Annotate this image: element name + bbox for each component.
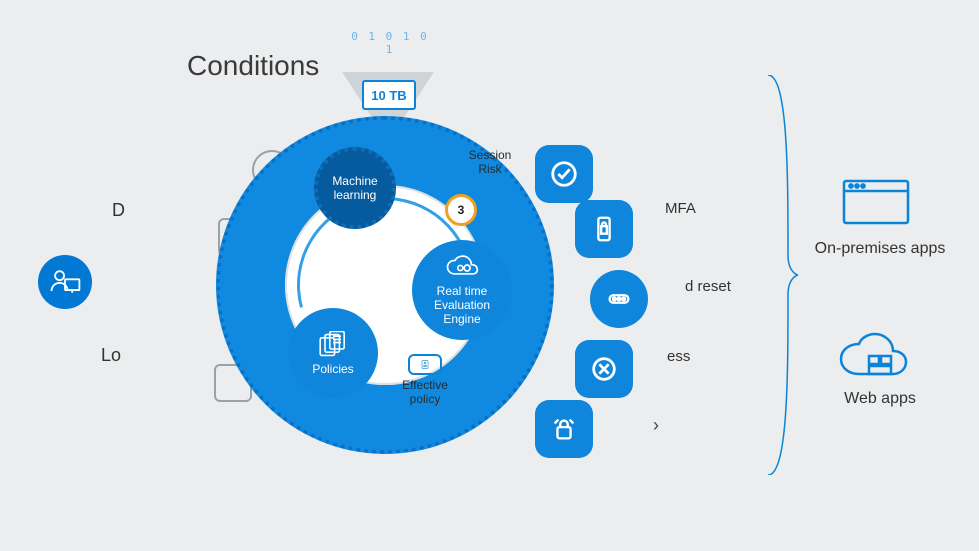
session-risk-label: Session Risk: [460, 148, 520, 176]
web-apps-label: Web apps: [820, 390, 940, 408]
allow-access-icon: [535, 145, 593, 203]
realtime-eval-node: Real time Evaluation Engine: [412, 240, 512, 340]
block-access-icon: [575, 340, 633, 398]
right-brace: [760, 75, 800, 475]
employee-partners-icon: [38, 255, 92, 309]
policies-label: Policies: [312, 362, 353, 376]
left-fragment-d: D: [112, 200, 125, 221]
conditions-heading: Conditions: [187, 50, 319, 82]
machine-learning-node: Machine learning: [314, 147, 396, 229]
on-premises-apps-icon: [840, 175, 912, 229]
effective-policy-node: Effective policy: [393, 348, 457, 412]
data-bits-stream: 0 1 0 1 0 1: [350, 30, 430, 56]
web-apps-icon: [837, 330, 909, 384]
force-pw-reset-icon: [590, 270, 648, 328]
action-reset-fragment: d reset: [685, 278, 731, 295]
realtime-eval-label: Real time Evaluation Engine: [418, 284, 506, 326]
action-ess-fragment: ess: [667, 348, 690, 365]
left-fragment-lo: Lo: [101, 345, 121, 366]
limit-access-icon: [535, 400, 593, 458]
effective-policy-label: Effective policy: [399, 378, 451, 406]
action-arrow-fragment: ›: [653, 415, 659, 436]
require-mfa-icon: [575, 200, 633, 258]
data-volume-badge: 10 TB: [362, 80, 416, 110]
on-premises-apps-label: On-premises apps: [800, 240, 960, 258]
action-mfa-fragment: MFA: [665, 200, 696, 217]
policies-node: Policies: [288, 308, 378, 398]
machine-learning-label: Machine learning: [324, 174, 386, 202]
session-risk-score: 3: [445, 194, 477, 226]
